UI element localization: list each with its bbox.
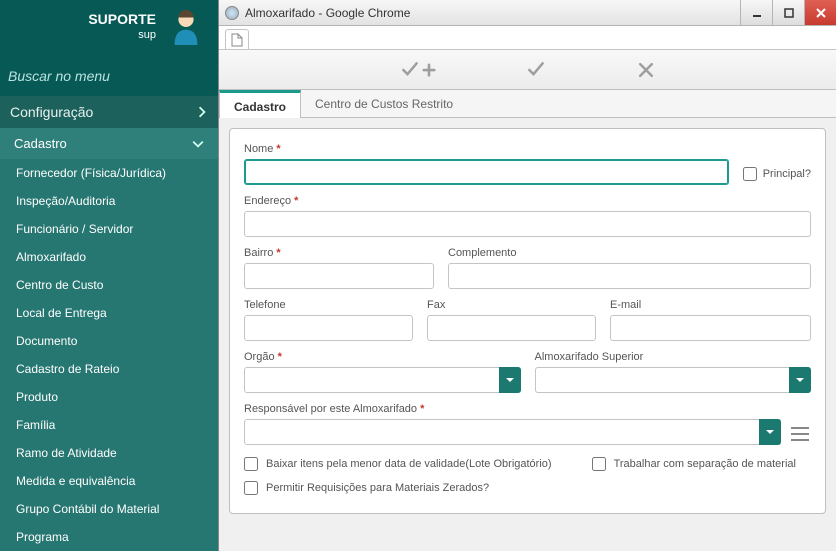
sidebar-item-ramo-atividade[interactable]: Ramo de Atividade	[0, 439, 218, 467]
sidebar-item-centro-custo[interactable]: Centro de Custo	[0, 271, 218, 299]
save-and-new-button[interactable]	[400, 60, 436, 80]
responsavel-list-button[interactable]	[789, 423, 811, 445]
chk-separacao-label: Trabalhar com separação de material	[614, 458, 796, 470]
email-input[interactable]	[610, 315, 811, 341]
sidebar-item-documento[interactable]: Documento	[0, 327, 218, 355]
chk-baixar[interactable]	[244, 457, 258, 471]
orgao-select-value[interactable]	[244, 367, 521, 393]
user-sub: sup	[88, 28, 156, 42]
user-name: SUPORTE	[88, 10, 156, 28]
sidebar-item-inspecao[interactable]: Inspeção/Auditoria	[0, 187, 218, 215]
chk-requisicoes[interactable]	[244, 481, 258, 495]
inner-tabs: Cadastro Centro de Custos Restrito	[219, 90, 836, 118]
almox-superior-select[interactable]	[535, 367, 812, 393]
sidebar: SUPORTE sup Buscar no menu Configuração …	[0, 0, 218, 551]
doc-tabbar	[219, 26, 836, 50]
chk-baixar-label: Baixar itens pela menor data de validade…	[266, 458, 552, 470]
chevron-right-icon	[196, 106, 208, 118]
close-icon	[636, 60, 656, 80]
chevron-down-icon	[192, 138, 204, 150]
chk-separacao-wrap: Trabalhar com separação de material	[592, 457, 796, 471]
principal-checkbox-wrap: Principal?	[743, 167, 811, 185]
chevron-down-icon	[759, 419, 781, 445]
window-title: Almoxarifado - Google Chrome	[245, 6, 740, 20]
label-almox-superior: Almoxarifado Superior	[535, 351, 812, 363]
window-titlebar: Almoxarifado - Google Chrome	[219, 0, 836, 26]
form-wrap: Nome * Principal? Endereço * Bairro *	[219, 118, 836, 551]
label-bairro: Bairro *	[244, 247, 434, 259]
orgao-select[interactable]	[244, 367, 521, 393]
plus-icon	[422, 63, 436, 77]
search-block: Buscar no menu	[0, 56, 218, 96]
form-panel: Nome * Principal? Endereço * Bairro *	[229, 128, 826, 514]
label-endereco: Endereço *	[244, 195, 811, 207]
label-orgao: Orgão *	[244, 351, 521, 363]
nome-input[interactable]	[244, 159, 729, 185]
chk-requisicoes-label: Permitir Requisições para Materiais Zera…	[266, 482, 489, 494]
label-fax: Fax	[427, 299, 596, 311]
save-button[interactable]	[526, 60, 546, 80]
chk-separacao[interactable]	[592, 457, 606, 471]
label-email: E-mail	[610, 299, 811, 311]
sidebar-item-familia[interactable]: Família	[0, 411, 218, 439]
sidebar-item-cadastro-rateio[interactable]: Cadastro de Rateio	[0, 355, 218, 383]
avatar[interactable]	[166, 6, 206, 46]
toolbar	[219, 50, 836, 90]
check-icon	[400, 60, 420, 80]
tab-centro-custos-restrito[interactable]: Centro de Custos Restrito	[301, 90, 467, 117]
tab-cadastro[interactable]: Cadastro	[219, 90, 301, 118]
sidebar-item-medida[interactable]: Medida e equivalência	[0, 467, 218, 495]
user-block: SUPORTE sup	[0, 0, 218, 56]
main-panel: Almoxarifado - Google Chrome Cadastro Ce…	[218, 0, 836, 551]
check-icon	[526, 60, 546, 80]
window-minimize-button[interactable]	[740, 0, 772, 25]
sidebar-item-local-entrega[interactable]: Local de Entrega	[0, 299, 218, 327]
label-complemento: Complemento	[448, 247, 811, 259]
chrome-icon	[225, 6, 239, 20]
sidebar-item-almoxarifado[interactable]: Almoxarifado	[0, 243, 218, 271]
sidebar-item-grupo-contabil[interactable]: Grupo Contábil do Material	[0, 495, 218, 523]
submenu-label: Cadastro	[14, 136, 67, 151]
fax-input[interactable]	[427, 315, 596, 341]
window-close-button[interactable]	[804, 0, 836, 25]
label-responsavel: Responsável por este Almoxarifado *	[244, 403, 811, 415]
submenu-cadastro[interactable]: Cadastro	[0, 128, 218, 159]
bairro-input[interactable]	[244, 263, 434, 289]
chk-requisicoes-wrap: Permitir Requisições para Materiais Zera…	[244, 481, 489, 495]
label-principal: Principal?	[763, 168, 811, 180]
section-label: Configuração	[10, 104, 93, 120]
chevron-down-icon	[789, 367, 811, 393]
label-telefone: Telefone	[244, 299, 413, 311]
principal-checkbox[interactable]	[743, 167, 757, 181]
telefone-input[interactable]	[244, 315, 413, 341]
cancel-button[interactable]	[636, 60, 656, 80]
search-input[interactable]: Buscar no menu	[8, 68, 110, 84]
section-configuracao[interactable]: Configuração	[0, 96, 218, 128]
responsavel-select[interactable]	[244, 419, 781, 445]
doc-tab[interactable]	[225, 29, 249, 49]
label-nome: Nome *	[244, 143, 729, 155]
almox-superior-value[interactable]	[535, 367, 812, 393]
sidebar-item-programa[interactable]: Programa	[0, 523, 218, 551]
complemento-input[interactable]	[448, 263, 811, 289]
document-icon	[231, 33, 243, 47]
chevron-down-icon	[499, 367, 521, 393]
responsavel-value[interactable]	[244, 419, 781, 445]
window-maximize-button[interactable]	[772, 0, 804, 25]
sidebar-item-produto[interactable]: Produto	[0, 383, 218, 411]
sidebar-item-funcionario[interactable]: Funcionário / Servidor	[0, 215, 218, 243]
sidebar-item-fornecedor[interactable]: Fornecedor (Física/Jurídica)	[0, 159, 218, 187]
chk-baixar-wrap: Baixar itens pela menor data de validade…	[244, 457, 552, 471]
user-text: SUPORTE sup	[88, 10, 156, 42]
endereco-input[interactable]	[244, 211, 811, 237]
menu-items: Fornecedor (Física/Jurídica) Inspeção/Au…	[0, 159, 218, 551]
